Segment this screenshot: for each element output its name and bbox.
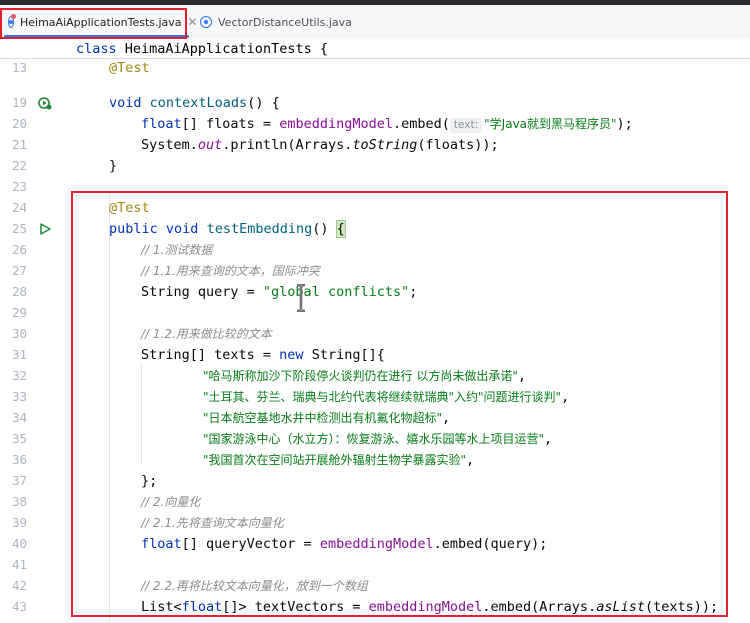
line-number: 21	[11, 137, 27, 152]
annotation: @Test	[109, 60, 150, 76]
code-text: }	[109, 158, 118, 174]
code-text: () {	[247, 95, 280, 111]
code-line-13[interactable]: 13 @Test	[0, 58, 750, 79]
line-number: 34	[11, 410, 27, 425]
sticky-class-header[interactable]: class HeimaAiApplicationTests {	[0, 39, 750, 59]
line-number: 24	[11, 200, 27, 215]
line-number: 26	[11, 242, 27, 257]
tab-vector-distance-utils[interactable]: VectorDistanceUtils.java	[192, 5, 367, 39]
code-line-20[interactable]: 20 float[] floats = embeddingModel.embed…	[0, 114, 750, 135]
line-number: 38	[11, 494, 27, 509]
code-text: .embed(	[392, 116, 450, 132]
string-literal: "学Java就到黑马程序员"	[484, 117, 617, 131]
method-name: toString	[352, 137, 418, 153]
line-number: 41	[11, 557, 27, 572]
method-name: contextLoads	[149, 95, 248, 111]
keyword: void	[109, 95, 142, 111]
run-test-passed-icon[interactable]	[38, 96, 52, 110]
line-number: 35	[11, 431, 27, 446]
line-number: 36	[11, 452, 27, 467]
line-number: 25	[11, 221, 27, 236]
editor-tab-bar: HeimaAiApplicationTests.java ✕ VectorDis…	[0, 5, 750, 40]
line-number: 30	[11, 326, 27, 341]
line-number: 27	[11, 263, 27, 278]
highlight-annotation-box	[71, 191, 728, 617]
text-cursor-icon	[297, 284, 305, 312]
code-line-22[interactable]: 22 }	[0, 156, 750, 177]
line-number: 40	[11, 536, 27, 551]
keyword: float	[141, 116, 182, 132]
code-line-19[interactable]: 19 void contextLoads() {	[0, 93, 750, 114]
line-number: 29	[11, 305, 27, 320]
code-text: );	[616, 116, 633, 132]
code-text: (floats));	[417, 137, 499, 153]
parameter-hint: text:	[449, 118, 483, 133]
line-number: 42	[11, 578, 27, 593]
run-test-icon[interactable]	[38, 222, 52, 236]
java-class-icon	[200, 16, 212, 28]
code-text: .println(Arrays.	[222, 137, 353, 153]
line-number: 31	[11, 347, 27, 362]
code-text: System.	[141, 137, 198, 153]
line-number: 20	[11, 116, 27, 131]
line-number: 37	[11, 473, 27, 488]
line-number: 22	[11, 158, 27, 173]
class-name: HeimaAiApplicationTests {	[116, 41, 328, 57]
tab-label: VectorDistanceUtils.java	[218, 15, 352, 29]
line-number: 33	[11, 389, 27, 404]
line-number: 28	[11, 284, 27, 299]
line-number: 43	[11, 599, 27, 614]
code-text: [] floats =	[181, 116, 280, 132]
line-number: 13	[11, 60, 27, 75]
line-number: 39	[11, 515, 27, 530]
line-number: 32	[11, 368, 27, 383]
field-ref: out	[197, 137, 223, 153]
keyword: class	[76, 41, 117, 57]
tab-highlight-box	[0, 8, 187, 39]
line-number: 23	[11, 179, 27, 194]
code-line-21[interactable]: 21 System.out.println(Arrays.toString(fl…	[0, 135, 750, 156]
line-number: 19	[11, 95, 27, 110]
field-ref: embeddingModel	[279, 116, 393, 132]
